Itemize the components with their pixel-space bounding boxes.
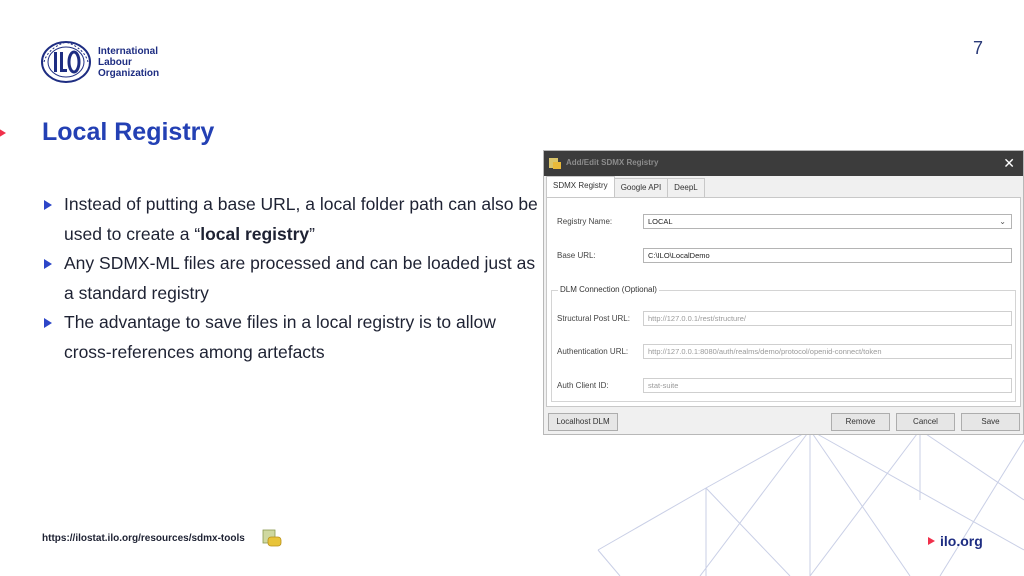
tab-sdmx-registry[interactable]: SDMX Registry: [546, 176, 615, 197]
bullet-arrow-icon: [44, 200, 52, 210]
bullet-arrow-icon: [44, 318, 52, 328]
auth-client-id-label: Auth Client ID:: [557, 381, 609, 390]
bullet-item: The advantage to save files in a local r…: [44, 308, 544, 367]
registry-name-value: LOCAL: [648, 217, 673, 226]
registry-name-label: Registry Name:: [557, 217, 613, 226]
auth-client-id-field[interactable]: stat-suite: [643, 378, 1012, 393]
chevron-down-icon: ⌄: [999, 217, 1006, 226]
title-accent-marker: [0, 127, 6, 139]
save-button[interactable]: Save: [961, 413, 1020, 431]
ilo-emblem-icon: [41, 41, 91, 83]
authentication-url-label: Authentication URL:: [557, 347, 629, 356]
structural-post-url-field[interactable]: http://127.0.0.1/rest/structure/: [643, 311, 1012, 326]
structural-post-url-label: Structural Post URL:: [557, 314, 630, 323]
base-url-label: Base URL:: [557, 251, 596, 260]
authentication-url-field[interactable]: http://127.0.0.1:8080/auth/realms/demo/p…: [643, 344, 1012, 359]
ilo-org-link-text: ilo.org: [940, 533, 983, 549]
sdmx-registry-dialog: Add/Edit SDMX Registry ✕ SDMX Registry G…: [543, 150, 1024, 435]
bullet-text: The advantage to save files in a local r…: [64, 312, 496, 362]
dialog-tabs: SDMX Registry Google API DeepL: [546, 176, 705, 197]
bullet-list: Instead of putting a base URL, a local f…: [44, 190, 544, 367]
bullet-text-end: ”: [309, 223, 315, 244]
cancel-button[interactable]: Cancel: [896, 413, 955, 431]
bullet-text: Any SDMX-ML files are processed and can …: [64, 253, 536, 303]
dlm-group-label: DLM Connection (Optional): [558, 285, 659, 294]
footer-url[interactable]: https://ilostat.ilo.org/resources/sdmx-t…: [42, 533, 245, 544]
link-arrow-icon: [928, 537, 935, 545]
bullet-arrow-icon: [44, 259, 52, 269]
slide-title: Local Registry: [42, 118, 215, 146]
bullet-bold-text: local registry: [200, 223, 310, 244]
logo-line-1: International: [98, 45, 159, 57]
logo-line-3: Organization: [98, 67, 160, 79]
bullet-item: Any SDMX-ML files are processed and can …: [44, 249, 544, 308]
dialog-title: Add/Edit SDMX Registry: [566, 158, 659, 167]
base-url-field[interactable]: C:\ILO\LocalDemo: [643, 248, 1012, 263]
dialog-titlebar: Add/Edit SDMX Registry ✕: [544, 151, 1023, 176]
ilo-logo-text: International Labour Organization: [98, 46, 159, 79]
sdmx-tool-icon: [262, 529, 282, 547]
tab-panel: Registry Name: LOCAL ⌄ Base URL: C:\ILO\…: [546, 197, 1021, 407]
ilo-logo: International Labour Organization: [40, 40, 159, 84]
page-number: 7: [972, 38, 983, 58]
ilo-org-link[interactable]: ilo.org: [928, 533, 983, 549]
remove-button[interactable]: Remove: [831, 413, 890, 431]
logo-line-2: Labour: [98, 56, 132, 68]
bullet-item: Instead of putting a base URL, a local f…: [44, 190, 544, 249]
localhost-dlm-button[interactable]: Localhost DLM: [548, 413, 618, 431]
tab-google-api[interactable]: Google API: [613, 178, 669, 197]
registry-name-select[interactable]: LOCAL ⌄: [643, 214, 1012, 229]
tab-deepl[interactable]: DeepL: [667, 178, 705, 197]
app-icon: [549, 158, 561, 169]
close-icon[interactable]: ✕: [1003, 155, 1015, 172]
